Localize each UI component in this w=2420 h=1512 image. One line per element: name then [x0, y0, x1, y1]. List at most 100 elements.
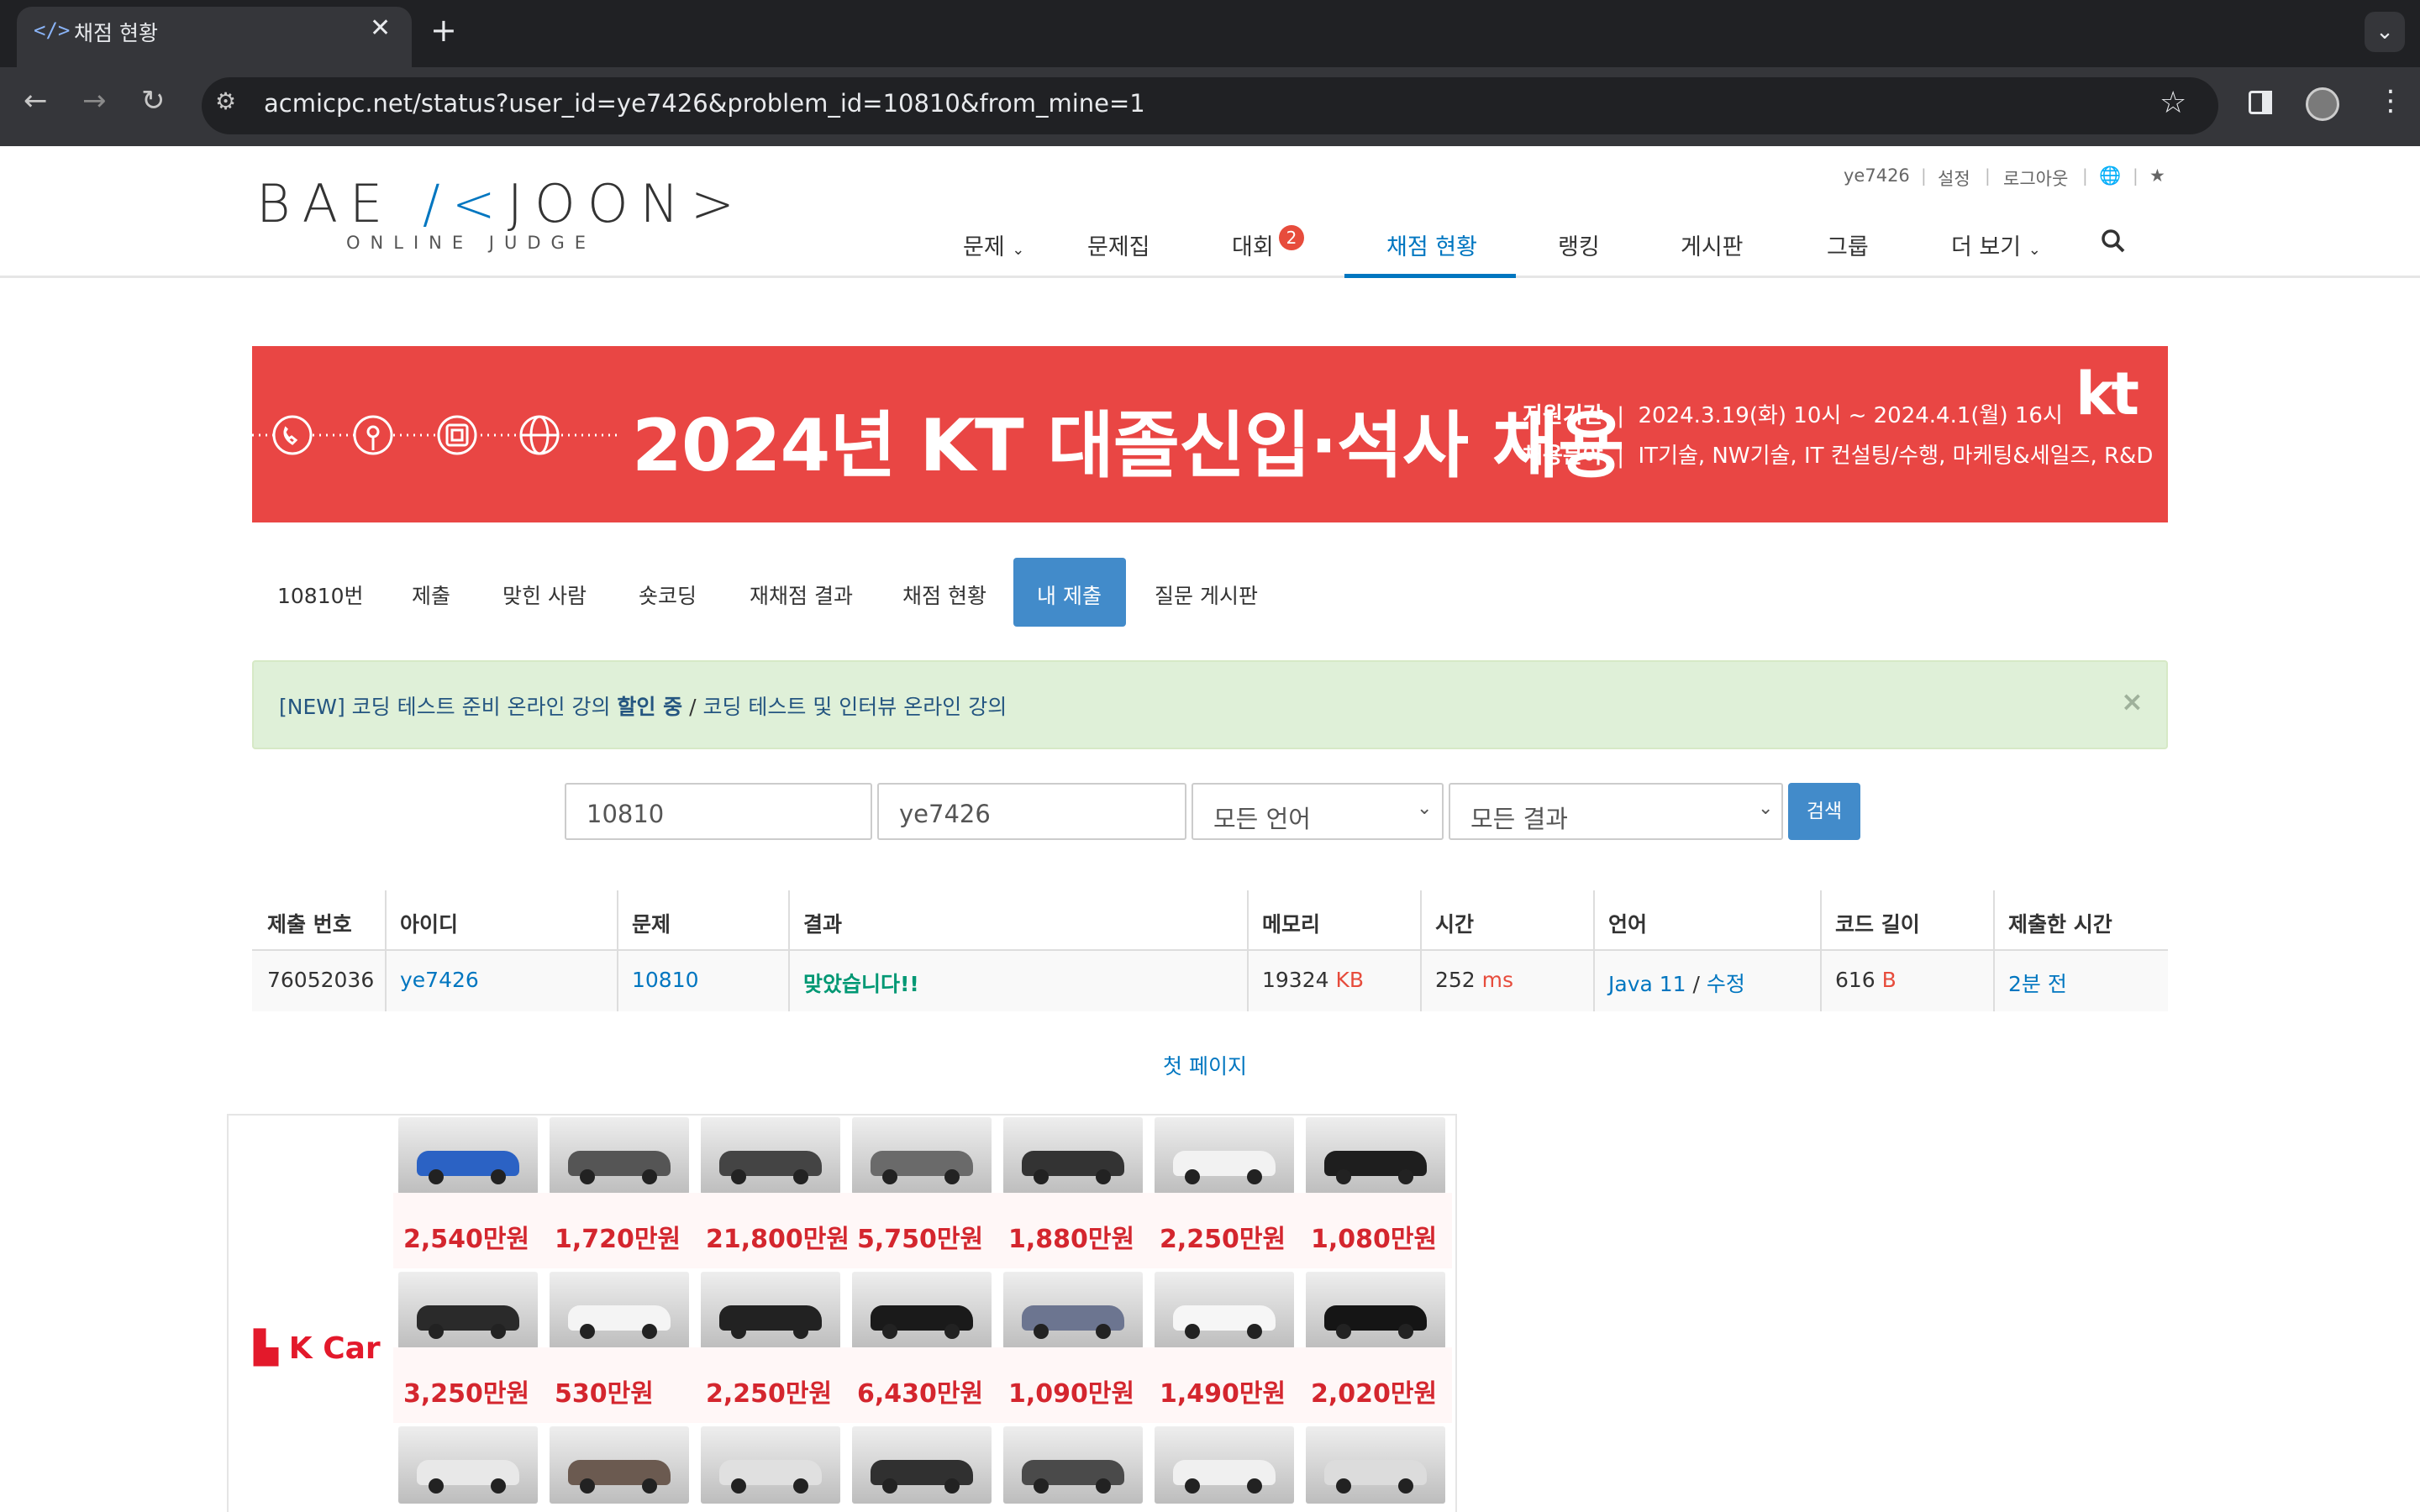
car-thumbnail[interactable]	[1155, 1117, 1294, 1194]
car-thumbnail[interactable]	[550, 1272, 689, 1349]
submitted-time-link[interactable]: 2분 전	[2008, 968, 2067, 998]
star-icon[interactable]: ★	[2149, 165, 2165, 186]
car-wheel	[642, 1478, 657, 1494]
settings-link[interactable]: 설정	[1938, 165, 1970, 191]
column-header: 결과	[803, 912, 843, 937]
more-vert-icon[interactable]: ⋮	[2376, 84, 2405, 118]
submenu-problem[interactable]: 10810번	[277, 580, 364, 610]
car-price: 1,880만원	[1008, 1225, 1135, 1254]
car-wheel	[731, 1169, 746, 1184]
submenu-solvers[interactable]: 맞힌 사람	[502, 580, 587, 610]
nav-status[interactable]: 채점 현황	[1386, 228, 1477, 261]
contest-count-badge: 2	[1279, 225, 1304, 250]
back-icon[interactable]: ←	[24, 84, 48, 118]
search-button[interactable]: 검색	[1788, 783, 1860, 840]
car-thumbnail[interactable]	[701, 1117, 840, 1194]
car-wheel	[1247, 1324, 1262, 1339]
nav-group[interactable]: 그룹	[1827, 228, 1869, 261]
new-tab-icon[interactable]: +	[430, 12, 457, 49]
problem-link[interactable]: 10810	[632, 968, 699, 992]
car-wheel	[1336, 1478, 1351, 1494]
submenu-rejudge[interactable]: 재채점 결과	[750, 580, 853, 610]
user-link[interactable]: ye7426	[1844, 165, 1910, 186]
chevron-down-icon[interactable]: ⌄	[2365, 12, 2405, 52]
kcar-logo[interactable]: ▙ K Car	[254, 1329, 381, 1366]
submenu-qna[interactable]: 질문 게시판	[1155, 580, 1258, 610]
alert-link-course[interactable]: [NEW] 코딩 테스트 준비 온라인 강의	[279, 695, 610, 719]
alert-text: [NEW] 코딩 테스트 준비 온라인 강의 할인 중 / 코딩 테스트 및 인…	[279, 695, 1007, 719]
car-wheel	[882, 1324, 897, 1339]
column-header: 제출한 시간	[2008, 912, 2112, 937]
nav-contest[interactable]: 대회	[1232, 228, 1274, 261]
search-icon[interactable]	[2101, 228, 2126, 260]
user-id-input[interactable]: ye7426	[877, 783, 1186, 840]
car-wheel	[1096, 1169, 1111, 1184]
car-thumbnail[interactable]	[852, 1272, 992, 1349]
first-page-link[interactable]: 첫 페이지	[1163, 1050, 1247, 1080]
code-length: 616 B	[1835, 968, 1897, 992]
profile-avatar[interactable]	[2306, 87, 2339, 121]
memory-value: 19324 KB	[1262, 968, 1365, 992]
car-thumbnail[interactable]	[550, 1117, 689, 1194]
car-wheel	[944, 1169, 960, 1184]
car-wheel	[731, 1478, 746, 1494]
car-thumbnail[interactable]	[1155, 1272, 1294, 1349]
car-wheel	[1185, 1324, 1200, 1339]
nav-board[interactable]: 게시판	[1681, 228, 1744, 261]
logo[interactable]: BAE /<JOON>	[256, 173, 746, 234]
car-thumbnail[interactable]	[701, 1426, 840, 1504]
car-price: 3,250만원	[403, 1379, 530, 1409]
nav-problems[interactable]: 문제 ⌄	[963, 228, 1024, 261]
submenu-submit[interactable]: 제출	[412, 580, 450, 610]
car-thumbnail[interactable]	[1003, 1272, 1143, 1349]
car-thumbnail[interactable]	[1306, 1426, 1445, 1504]
nav-more[interactable]: 더 보기 ⌄	[1951, 228, 2041, 261]
submenu-my-submissions[interactable]: 내 제출	[1037, 580, 1102, 610]
car-wheel	[642, 1324, 657, 1339]
globe-icon[interactable]: 🌐	[2099, 165, 2121, 186]
car-thumbnail[interactable]	[1003, 1426, 1143, 1504]
car-wheel	[731, 1324, 746, 1339]
chevron-down-icon: ⌄	[1417, 798, 1433, 819]
star-icon[interactable]: ☆	[2160, 86, 2186, 120]
car-thumbnail[interactable]	[852, 1426, 992, 1504]
car-wheel	[1096, 1324, 1111, 1339]
car-thumbnail[interactable]	[398, 1426, 538, 1504]
close-icon[interactable]: ×	[2121, 685, 2144, 717]
nav-workbook[interactable]: 문제집	[1087, 228, 1150, 261]
car-price: 1,090만원	[1008, 1379, 1135, 1409]
nav-ranking[interactable]: 랭킹	[1558, 228, 1600, 261]
forward-icon[interactable]: →	[82, 84, 107, 118]
url-text[interactable]: acmicpc.net/status?user_id=ye7426&proble…	[264, 89, 1145, 118]
car-price: 5,750만원	[857, 1225, 984, 1254]
car-thumbnail[interactable]	[1306, 1272, 1445, 1349]
car-wheel	[944, 1478, 960, 1494]
language-link[interactable]: Java 11	[1608, 972, 1686, 996]
car-wheel	[1034, 1169, 1049, 1184]
car-thumbnail[interactable]	[398, 1272, 538, 1349]
site-info-icon[interactable]: ⚙	[215, 87, 236, 115]
car-wheel	[793, 1478, 808, 1494]
logout-link[interactable]: 로그아웃	[2003, 165, 2068, 191]
banner-decoration-icons	[252, 415, 622, 455]
car-thumbnail[interactable]	[1306, 1117, 1445, 1194]
car-wheel	[1185, 1169, 1200, 1184]
result-select[interactable]: 모든 결과	[1449, 783, 1783, 840]
car-thumbnail[interactable]	[1003, 1117, 1143, 1194]
car-thumbnail[interactable]	[701, 1272, 840, 1349]
time-value: 252 ms	[1435, 968, 1514, 992]
language-select[interactable]: 모든 언어	[1192, 783, 1444, 840]
car-thumbnail[interactable]	[1155, 1426, 1294, 1504]
column-header: 코드 길이	[1835, 912, 1920, 937]
problem-id-input[interactable]: 10810	[565, 783, 872, 840]
alert-link-interview[interactable]: 코딩 테스트 및 인터뷰 온라인 강의	[702, 695, 1007, 719]
user-link[interactable]: ye7426	[400, 968, 479, 992]
submenu-shortcoding[interactable]: 숏코딩	[639, 580, 697, 610]
car-thumbnail[interactable]	[398, 1117, 538, 1194]
close-icon[interactable]: ✕	[370, 13, 391, 43]
edit-link[interactable]: 수정	[1707, 972, 1745, 996]
car-thumbnail[interactable]	[550, 1426, 689, 1504]
car-thumbnail[interactable]	[852, 1117, 992, 1194]
reload-icon[interactable]: ↻	[141, 84, 166, 118]
submenu-status[interactable]: 채점 현황	[902, 580, 986, 610]
